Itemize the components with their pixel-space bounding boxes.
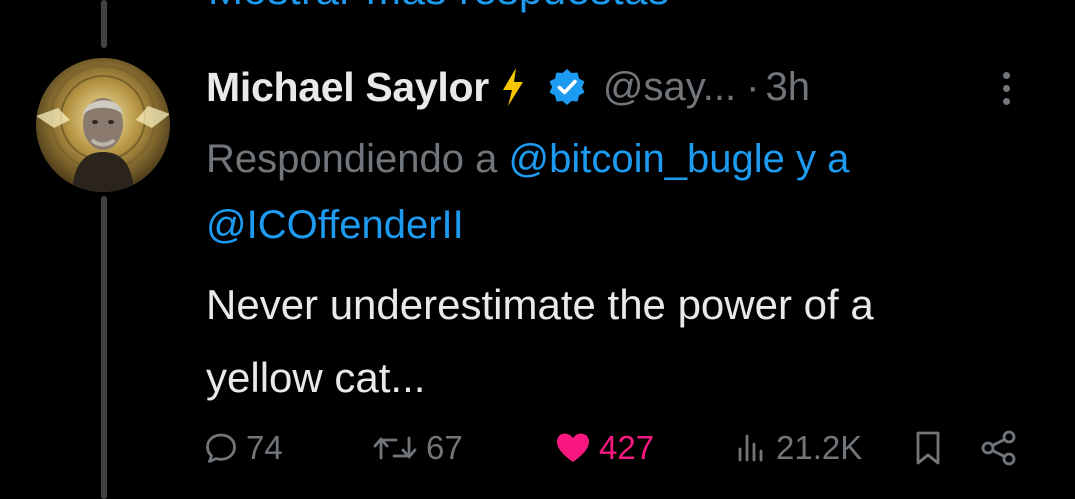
like-button[interactable]: 427 [555, 424, 654, 472]
share-icon [980, 430, 1018, 466]
show-more-replies-link[interactable]: Mostrar más respuestas [208, 0, 669, 14]
tweet-text: Never underestimate the power of a yello… [206, 268, 1056, 414]
replying-to-connector[interactable]: y a [796, 137, 849, 181]
tweet-text-line: Never underestimate the power of a [206, 281, 874, 328]
avatar[interactable] [36, 58, 170, 192]
mention-link[interactable]: @ICOffenderII [206, 203, 464, 247]
repost-count: 67 [426, 429, 463, 466]
separator-dot: · [746, 64, 760, 109]
mention-link[interactable]: @bitcoin_bugle [508, 137, 784, 181]
author-handle[interactable]: @say... [603, 65, 736, 110]
replying-to-line: Respondiendo a @bitcoin_bugle y a @ICOff… [206, 126, 1056, 258]
views-count: 21.2K [776, 429, 863, 466]
bookmark-icon [912, 430, 944, 466]
tweet-timestamp[interactable]: 3h [765, 65, 810, 110]
more-options-icon [1002, 71, 1010, 79]
thread-line-bottom [101, 196, 107, 499]
tweet-text-line: yellow cat... [206, 354, 426, 401]
lightning-bolt-icon [499, 66, 527, 108]
replying-to-prefix: Respondiendo a [206, 137, 498, 181]
thread-line-top [101, 0, 107, 48]
more-options-icon-dot [1002, 97, 1010, 105]
repost-icon [372, 431, 418, 465]
bookmark-button[interactable] [912, 424, 952, 472]
share-button[interactable] [980, 424, 1026, 472]
like-count: 427 [599, 429, 655, 466]
reply-icon [204, 431, 238, 465]
verified-badge-icon[interactable] [547, 67, 587, 107]
repost-button[interactable]: 67 [372, 424, 463, 472]
author-display-name[interactable]: Michael Saylor [206, 64, 489, 111]
more-options-icon-dot [1002, 84, 1010, 92]
reply-count: 74 [246, 429, 283, 466]
views-button[interactable]: 21.2K [734, 424, 862, 472]
tweet-actions: 74 67 427 21.2K [200, 424, 1040, 472]
heart-icon [555, 431, 591, 465]
views-icon [734, 431, 768, 465]
more-options-button[interactable] [990, 66, 1022, 110]
reply-button[interactable]: 74 [204, 424, 283, 472]
tweet-header: Michael Saylor @say... · 3h [206, 62, 1036, 112]
